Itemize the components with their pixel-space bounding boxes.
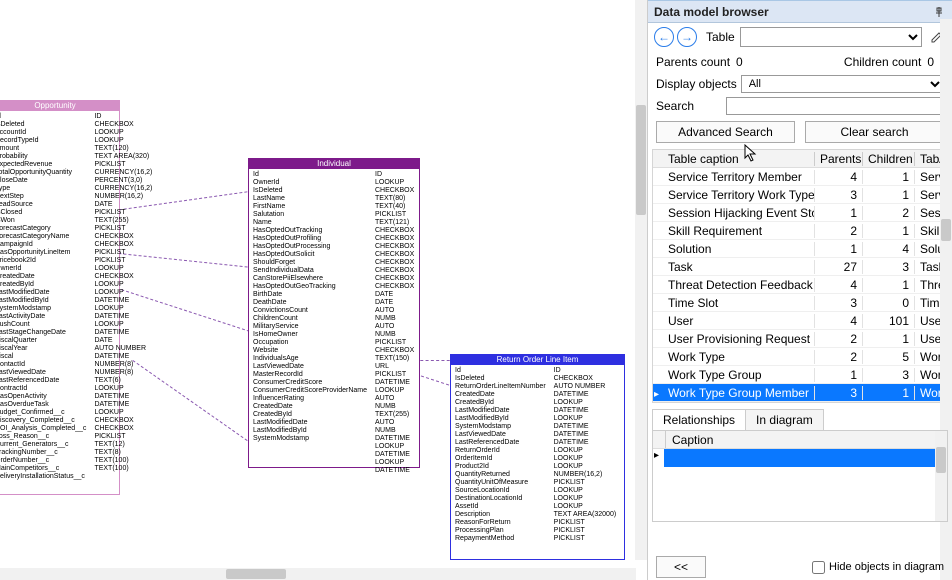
panel-footer: << Hide objects in diagram xyxy=(648,554,952,580)
diagram-canvas[interactable]: Opportunity IdIsDeletedAccountIdRecordTy… xyxy=(0,0,648,580)
nav-forward-button[interactable]: → xyxy=(677,27,697,47)
hide-objects-checkbox[interactable]: Hide objects in diagram xyxy=(812,561,944,574)
children-count-value: 0 xyxy=(927,55,934,69)
entity-title: Opportunity xyxy=(0,101,119,111)
table-row[interactable]: Service Territory Work Type31Serv xyxy=(653,186,947,204)
parents-count-label: Parents count xyxy=(656,55,730,69)
relationship-row[interactable] xyxy=(664,449,947,467)
canvas-scrollbar-v[interactable] xyxy=(635,0,647,560)
entity-title: Individual xyxy=(249,159,419,169)
pin-icon[interactable] xyxy=(932,5,946,19)
toolbar: ← → Table xyxy=(648,23,952,51)
table-row[interactable]: Work Type Group Member31Wor xyxy=(653,384,947,402)
relationships-pane: Caption xyxy=(652,430,948,522)
display-objects-label: Display objects xyxy=(656,77,737,91)
table-row[interactable]: Skill Requirement21Skill xyxy=(653,222,947,240)
table-row[interactable]: User4101User xyxy=(653,312,947,330)
col-children[interactable]: Children xyxy=(863,152,915,166)
table-row[interactable]: User Provisioning Request21User xyxy=(653,330,947,348)
relationships-scrollbar[interactable] xyxy=(935,431,947,521)
collapse-button[interactable]: << xyxy=(656,556,706,578)
display-objects-select[interactable]: All xyxy=(741,75,944,93)
col-caption[interactable]: Table caption xyxy=(663,152,815,166)
table-label: Table xyxy=(706,30,735,44)
clear-search-button[interactable]: Clear search xyxy=(805,121,944,143)
entity-title: Return Order Line Item xyxy=(451,355,624,365)
detail-tabs: Relationships In diagram xyxy=(652,409,948,430)
hide-objects-input[interactable] xyxy=(812,561,825,574)
search-label: Search xyxy=(656,99,726,113)
search-input[interactable] xyxy=(726,97,944,115)
tab-in-diagram[interactable]: In diagram xyxy=(745,409,824,430)
tables-grid[interactable]: Table caption Parents Children Tabl▴ Ser… xyxy=(652,149,948,403)
table-row[interactable]: Work Type25Wor xyxy=(653,348,947,366)
data-model-browser-panel: Data model browser ← → Table Parents cou… xyxy=(648,0,952,580)
nav-back-button[interactable]: ← xyxy=(654,27,674,47)
search-row: Search xyxy=(648,95,952,117)
search-buttons: Advanced Search Clear search xyxy=(648,117,952,149)
panel-title: Data model browser xyxy=(654,5,769,19)
counts-row: Parents count 0 Children count 0 xyxy=(648,51,952,73)
table-row[interactable]: Session Hijacking Event Store12Sess xyxy=(653,204,947,222)
grid-header: Table caption Parents Children Tabl▴ xyxy=(653,150,947,168)
entity-return-order-line-item[interactable]: Return Order Line Item IdIsDeletedReturn… xyxy=(450,354,625,560)
parents-count-value: 0 xyxy=(736,55,743,69)
table-row[interactable]: Threat Detection Feedback41Thre xyxy=(653,276,947,294)
table-row[interactable]: Solution14Solu xyxy=(653,240,947,258)
table-row[interactable]: Service Territory Member41Serv xyxy=(653,168,947,186)
display-objects-row: Display objects All xyxy=(648,73,952,95)
canvas-scrollbar-h[interactable] xyxy=(0,568,636,580)
table-row[interactable]: Work Type Group13Wor xyxy=(653,366,947,384)
tab-relationships[interactable]: Relationships xyxy=(652,409,746,430)
table-row[interactable]: Task273Task xyxy=(653,258,947,276)
caption-col[interactable]: Caption xyxy=(666,433,719,447)
table-select[interactable] xyxy=(740,27,922,47)
children-count-label: Children count xyxy=(844,55,921,69)
advanced-search-button[interactable]: Advanced Search xyxy=(656,121,795,143)
entity-opportunity[interactable]: Opportunity IdIsDeletedAccountIdRecordTy… xyxy=(0,100,120,495)
entity-individual[interactable]: Individual IdOwnerIdIsDeletedLastNameFir… xyxy=(248,158,420,468)
panel-header: Data model browser xyxy=(648,1,952,23)
col-parents[interactable]: Parents xyxy=(815,152,863,166)
table-row[interactable]: Time Slot30Time xyxy=(653,294,947,312)
